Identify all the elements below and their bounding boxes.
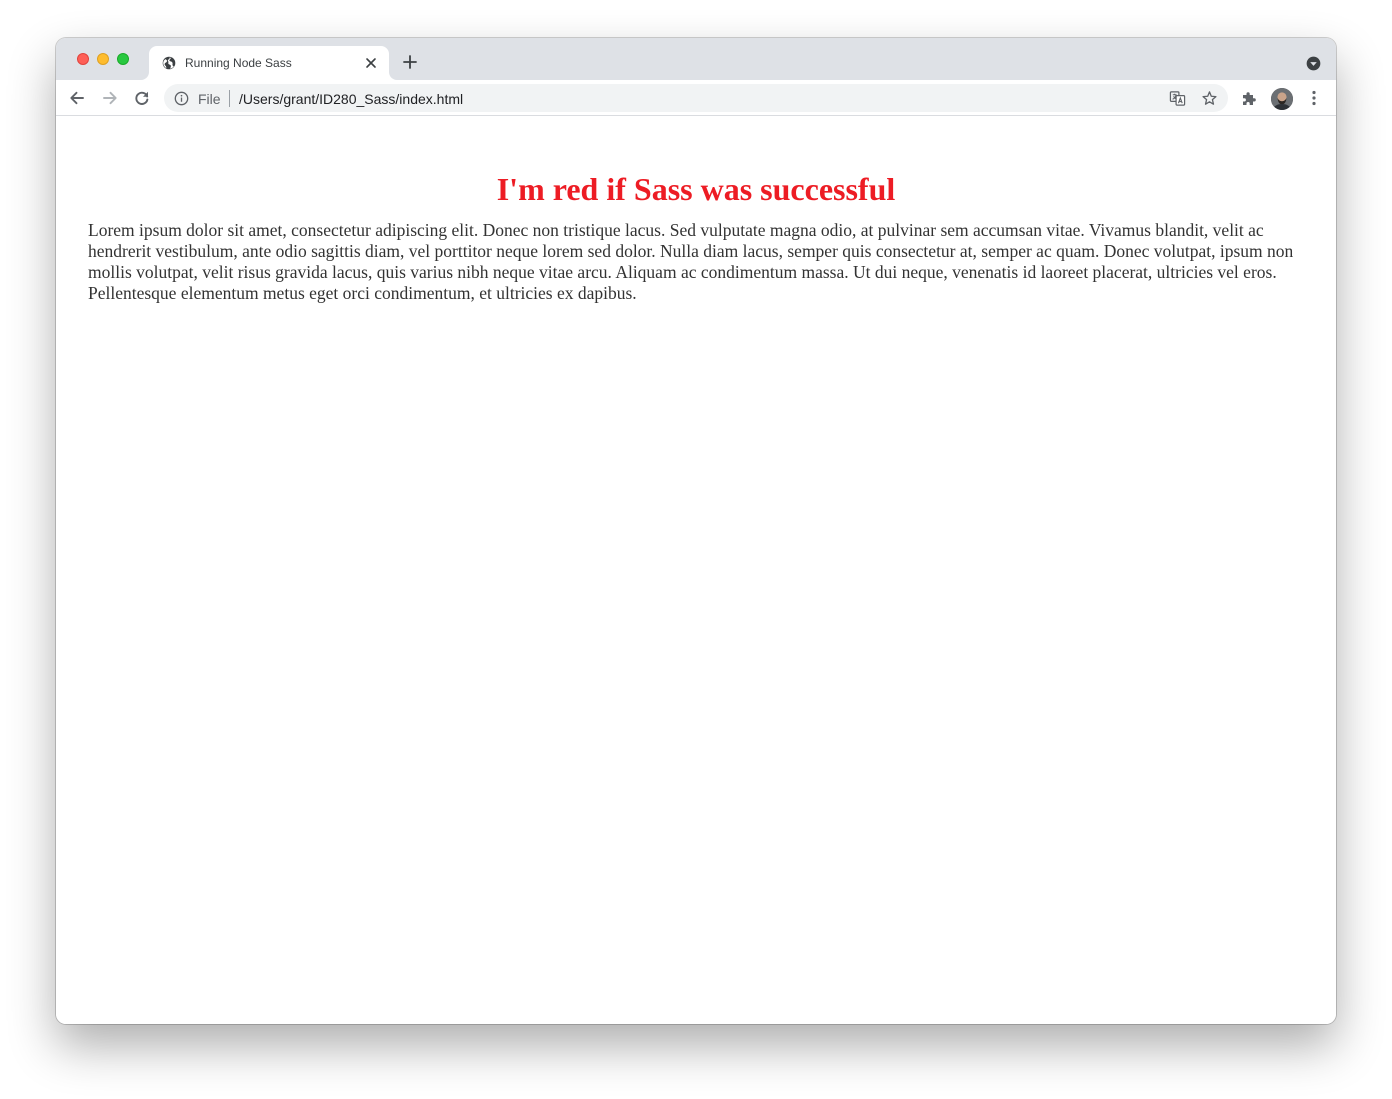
close-icon[interactable] — [365, 57, 377, 69]
page-heading: I'm red if Sass was successful — [496, 171, 896, 207]
new-tab-plus-icon[interactable] — [403, 55, 417, 69]
puzzle-piece-icon[interactable] — [1240, 89, 1258, 107]
window-maximize-button[interactable] — [117, 53, 129, 65]
arrow-right-icon[interactable] — [101, 89, 119, 107]
window-close-button[interactable] — [77, 53, 89, 65]
arrow-left-icon[interactable] — [68, 89, 86, 107]
url-scheme-label: File — [198, 91, 221, 107]
info-icon[interactable] — [174, 91, 189, 106]
browser-window: Running Node Sass File /Users/grant/ID28… — [56, 38, 1336, 1024]
tab-search-dropdown-icon[interactable] — [1306, 56, 1321, 71]
profile-avatar[interactable] — [1271, 88, 1293, 110]
translate-icon[interactable] — [1169, 90, 1186, 107]
url-text[interactable]: /Users/grant/ID280_Sass/index.html — [239, 91, 463, 107]
globe-icon — [162, 56, 176, 70]
address-bar[interactable]: File /Users/grant/ID280_Sass/index.html — [164, 84, 1228, 112]
page-content: I'm red if Sass was successful Lorem ips… — [56, 117, 1336, 1024]
body-paragraph: Lorem ipsum dolor sit amet, consectetur … — [88, 220, 1294, 303]
tab-strip: Running Node Sass — [56, 38, 1336, 80]
reload-icon[interactable] — [133, 89, 151, 107]
omnibox-divider — [229, 90, 230, 107]
browser-toolbar: File /Users/grant/ID280_Sass/index.html — [56, 80, 1336, 116]
star-icon[interactable] — [1201, 90, 1218, 107]
window-minimize-button[interactable] — [97, 53, 109, 65]
kebab-menu-icon[interactable] — [1306, 89, 1322, 107]
tab-title: Running Node Sass — [185, 56, 292, 70]
tab-running-node-sass[interactable]: Running Node Sass — [149, 46, 389, 80]
